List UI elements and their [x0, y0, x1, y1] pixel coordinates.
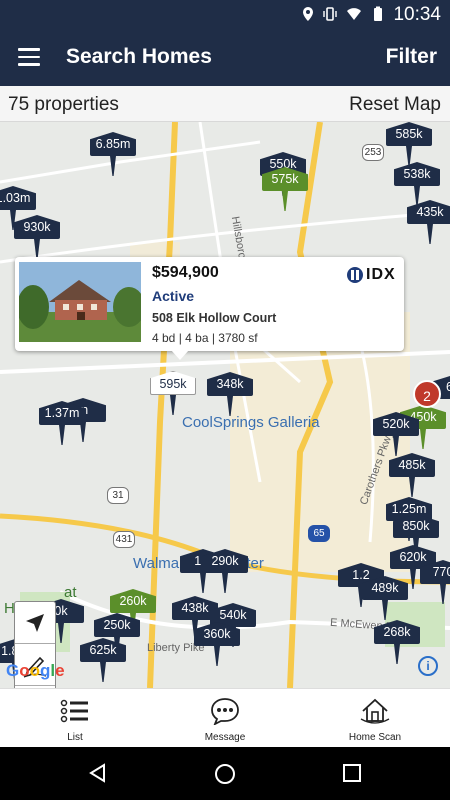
- nav-list[interactable]: List: [0, 689, 150, 748]
- status-time: 10:34: [393, 4, 441, 25]
- listing-pin-price: 930k: [14, 215, 60, 239]
- home-icon[interactable]: [214, 763, 236, 785]
- locate-button[interactable]: [15, 602, 55, 644]
- route-shield-65: 65: [308, 525, 330, 542]
- nav-message[interactable]: Message: [150, 689, 300, 748]
- listing-pin-price: 770: [420, 560, 450, 584]
- listing-pin-price: 489k: [362, 576, 408, 600]
- listing-pin[interactable]: 6.85m: [90, 132, 136, 187]
- listing-pin-price: 1.03m: [0, 186, 36, 210]
- listing-pin-price: 268k: [374, 620, 420, 644]
- listing-pin-price: 435k: [407, 200, 450, 224]
- route-shield-431: 431: [113, 531, 135, 548]
- idx-logo-icon: [347, 267, 363, 283]
- battery-icon: [374, 6, 382, 21]
- listing-pin-price: 850k: [393, 514, 439, 538]
- home-scan-icon: [360, 698, 390, 724]
- recents-icon[interactable]: [342, 763, 362, 783]
- property-count: 75 properties: [8, 94, 119, 115]
- map-view[interactable]: CoolSprings Galleria Walma nter Liberty …: [0, 122, 450, 688]
- idx-label: IDX: [366, 266, 396, 283]
- listing-pin-price: 595k: [150, 371, 196, 395]
- nav-message-label: Message: [204, 732, 246, 743]
- page-title: Search Homes: [66, 45, 212, 68]
- listing-pin-price: 360k: [194, 622, 240, 646]
- listing-pin-price: 260k: [110, 589, 156, 613]
- listing-address: 508 Elk Hollow Court: [152, 311, 277, 325]
- listing-status: Active: [152, 288, 195, 304]
- listing-photo: [19, 262, 141, 342]
- listing-pin-price: 1.37m: [39, 401, 85, 425]
- listing-pin[interactable]: 435k: [407, 200, 450, 255]
- nav-home-scan-label: Home Scan: [348, 732, 402, 743]
- listing-pin-price: 290k: [202, 549, 248, 573]
- listing-pin-price: 250k: [94, 613, 140, 637]
- listing-pin[interactable]: 268k: [374, 620, 420, 675]
- listing-pin-price: 575k: [262, 167, 308, 191]
- wifi-icon: [347, 8, 361, 20]
- system-nav-bar: [0, 747, 450, 800]
- listing-pin-price: 585k: [386, 122, 432, 146]
- route-shield-31: 31: [107, 487, 129, 504]
- results-bar: 75 properties Reset Map: [0, 86, 450, 122]
- listing-pin-price: 485k: [389, 453, 435, 477]
- message-icon: [211, 698, 239, 725]
- listing-cluster[interactable]: 2: [413, 380, 441, 408]
- list-icon: [60, 699, 88, 723]
- location-icon: [303, 7, 313, 21]
- app-bar: Search Homes Filter: [0, 30, 450, 86]
- listing-pin-price: 348k: [207, 372, 253, 396]
- listing-popup[interactable]: $594,900 Active 508 Elk Hollow Court 4 b…: [15, 257, 404, 360]
- back-icon[interactable]: [88, 763, 108, 783]
- listing-pin-price: 6.85m: [90, 132, 136, 156]
- listing-pin-selected[interactable]: 595k: [150, 371, 196, 426]
- navigation-arrow-icon: [26, 614, 44, 632]
- listing-pin-new[interactable]: 575k: [262, 167, 308, 222]
- map-info-icon[interactable]: i: [418, 656, 438, 676]
- nav-list-label: List: [67, 732, 83, 743]
- listing-pin-price: 538k: [394, 162, 440, 186]
- listing-pin-price: 520k: [373, 412, 419, 436]
- nav-home-scan[interactable]: Home Scan: [300, 689, 450, 748]
- bottom-nav: List Message Home Scan: [0, 688, 450, 747]
- listing-pin[interactable]: 360k: [194, 622, 240, 677]
- listing-pin[interactable]: 1.37m: [39, 401, 85, 456]
- listing-pin[interactable]: 770: [420, 560, 450, 615]
- listing-pin-price: 625k: [80, 638, 126, 662]
- walmart-label-a: Walma: [133, 555, 180, 572]
- vibrate-icon: [323, 7, 337, 21]
- route-shield-253: 253: [362, 144, 384, 161]
- listing-price: $594,900: [152, 264, 219, 281]
- reset-map-button[interactable]: Reset Map: [349, 94, 441, 116]
- hamburger-menu-icon[interactable]: [18, 48, 40, 66]
- listing-pin[interactable]: 348k: [207, 372, 253, 427]
- filter-button[interactable]: Filter: [386, 45, 437, 69]
- listing-pin[interactable]: 625k: [80, 638, 126, 688]
- google-logo: Google: [6, 661, 65, 680]
- status-bar: 10:34: [0, 0, 450, 30]
- listing-details: 4 bd | 4 ba | 3780 sf: [152, 331, 258, 345]
- idx-badge: IDX: [346, 265, 395, 285]
